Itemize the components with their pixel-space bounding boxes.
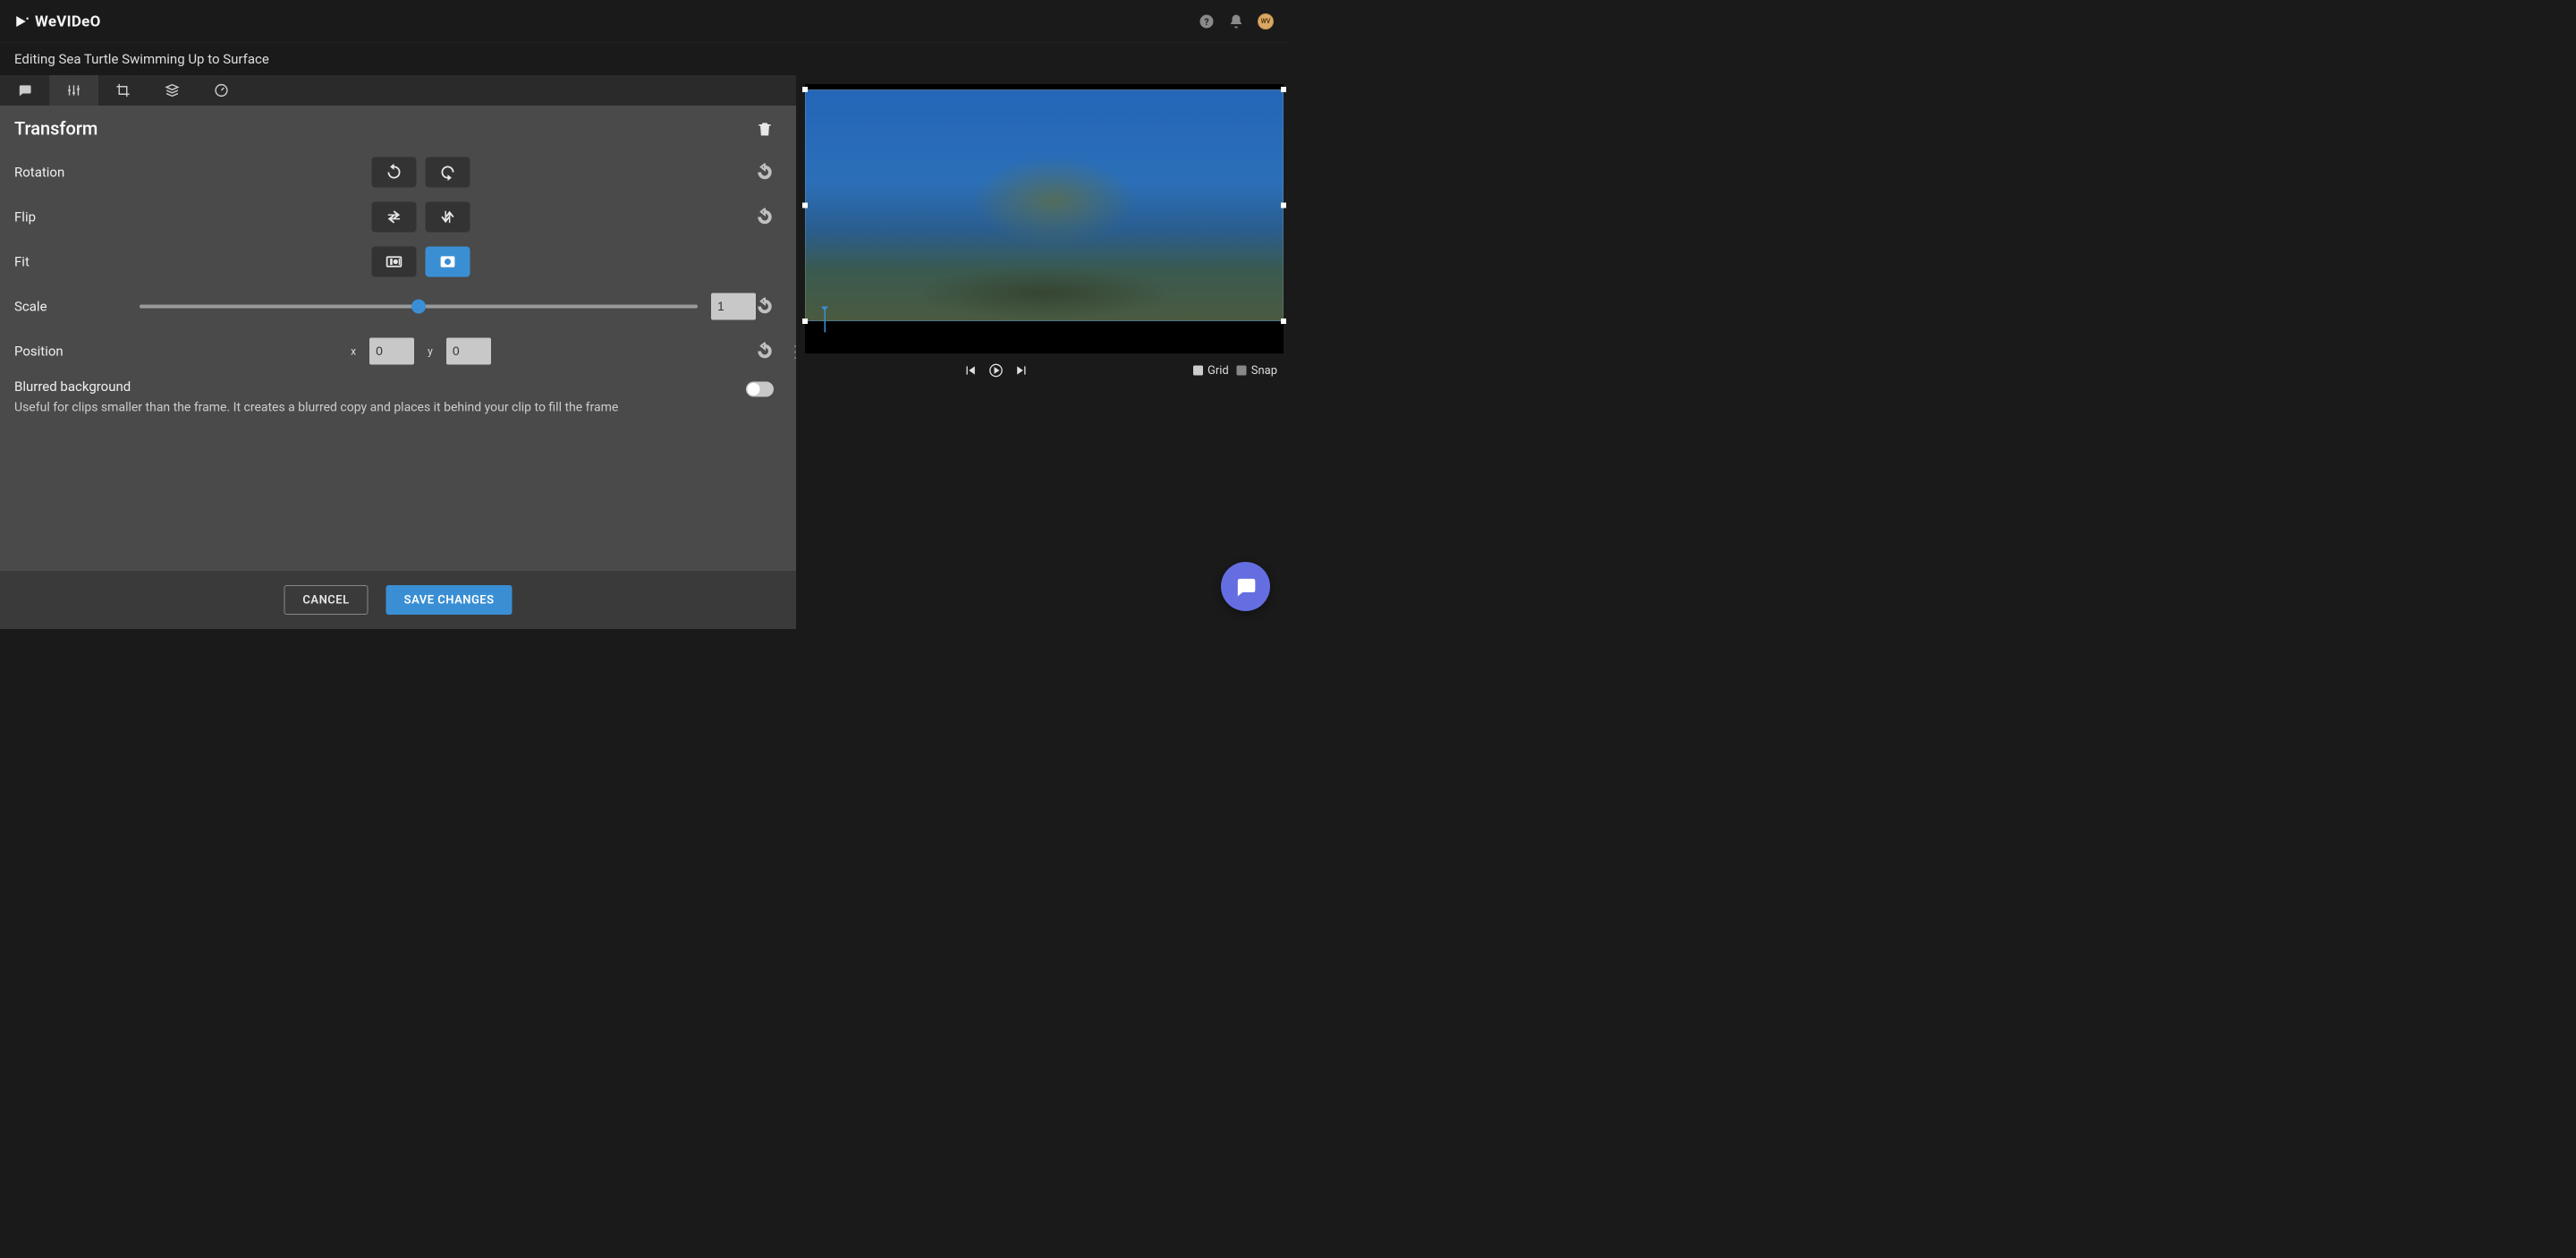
fit-contain-button[interactable] (372, 247, 417, 277)
playhead[interactable] (824, 310, 826, 332)
reset-rotation-button[interactable] (756, 164, 774, 182)
position-y-input[interactable] (446, 338, 491, 365)
handle-bottom-right[interactable] (1281, 319, 1286, 324)
position-x-label: x (351, 345, 356, 358)
bell-icon[interactable] (1228, 13, 1244, 30)
reset-flip-button[interactable] (756, 208, 774, 226)
tab-adjust[interactable] (49, 75, 98, 106)
handle-mid-right[interactable] (1281, 202, 1286, 208)
svg-text:?: ? (1204, 16, 1208, 28)
handle-top-right[interactable] (1281, 87, 1286, 92)
reset-scale-button[interactable] (756, 298, 774, 316)
checkbox-icon (1193, 365, 1203, 375)
reset-position-button[interactable] (756, 343, 774, 361)
flip-horizontal-button[interactable] (372, 202, 417, 233)
preview-area[interactable] (805, 84, 1284, 353)
scale-label: Scale (14, 299, 86, 315)
position-x-input[interactable] (369, 338, 414, 365)
grid-checkbox[interactable]: Grid (1193, 363, 1229, 377)
row-scale: Scale (14, 290, 774, 324)
tab-layers[interactable] (148, 75, 197, 106)
play-icon (988, 363, 1003, 378)
row-flip: Flip (14, 200, 774, 234)
cancel-button[interactable]: CANCEL (284, 585, 368, 615)
flip-vertical-button[interactable] (426, 202, 470, 233)
rotate-cw-button[interactable] (426, 157, 470, 188)
skip-forward-icon (1014, 363, 1029, 378)
flip-horizontal-icon (385, 208, 403, 226)
chat-fab[interactable] (1221, 562, 1270, 611)
speech-bubble-icon (17, 83, 32, 98)
prev-frame-button[interactable] (961, 361, 979, 379)
panel-footer: CANCEL SAVE CHANGES (0, 571, 796, 629)
snap-checkbox[interactable]: Snap (1237, 363, 1277, 377)
row-fit: Fit (14, 245, 774, 279)
flip-label: Flip (14, 209, 86, 225)
logo-icon (14, 13, 30, 30)
blur-desc: Useful for clips smaller than the frame.… (14, 398, 733, 416)
top-bar: WeVIDeO ? WV (0, 0, 1288, 43)
logo-text: WeVIDeO (35, 13, 101, 30)
row-position: Position x y (14, 335, 774, 369)
crop-icon (115, 83, 131, 98)
layers-icon (165, 83, 180, 98)
sliders-icon (66, 83, 81, 98)
position-label: Position (14, 344, 86, 360)
fit-label: Fit (14, 254, 86, 270)
avatar[interactable]: WV (1258, 13, 1274, 30)
fit-contain-icon (385, 252, 403, 271)
tab-comment[interactable] (0, 75, 49, 106)
handle-bottom-left[interactable] (802, 319, 808, 324)
video-frame[interactable] (805, 89, 1284, 321)
sub-bar: Editing Sea Turtle Swimming Up to Surfac… (0, 43, 1288, 75)
rotation-label: Rotation (14, 165, 86, 181)
row-rotation: Rotation (14, 156, 774, 190)
snap-label: Snap (1251, 363, 1277, 377)
position-y-label: y (428, 345, 433, 358)
undo-icon (756, 298, 774, 316)
left-panel: Transform Rotation (0, 75, 796, 629)
blur-title: Blurred background (14, 379, 733, 395)
trash-icon (756, 120, 774, 138)
handle-mid-left[interactable] (802, 202, 808, 208)
fit-fill-icon (438, 252, 457, 271)
blur-toggle[interactable] (746, 382, 774, 397)
undo-icon (756, 343, 774, 361)
panel-title: Transform (14, 118, 756, 140)
play-button[interactable] (987, 361, 1004, 379)
undo-icon (756, 208, 774, 226)
scale-input[interactable] (711, 293, 756, 320)
skip-back-icon (962, 363, 977, 378)
grid-label: Grid (1208, 363, 1229, 377)
rotate-ccw-icon (385, 163, 403, 182)
checkbox-icon (1237, 365, 1247, 375)
scale-slider-thumb[interactable] (411, 300, 426, 314)
right-panel: Grid Snap (796, 75, 1288, 629)
scale-slider[interactable] (140, 305, 698, 309)
rotate-cw-icon (438, 163, 457, 182)
tab-crop[interactable] (98, 75, 148, 106)
transform-panel: Transform Rotation (0, 106, 796, 571)
panel-resize-handle[interactable] (794, 344, 798, 361)
chat-icon (1234, 575, 1258, 599)
gauge-icon (214, 83, 229, 98)
fit-fill-button[interactable] (426, 247, 470, 277)
flip-vertical-icon (438, 208, 457, 226)
delete-button[interactable] (756, 120, 774, 138)
preview-controls: Grid Snap (796, 353, 1288, 387)
undo-icon (756, 164, 774, 182)
handle-top-left[interactable] (802, 87, 808, 92)
rotate-ccw-button[interactable] (372, 157, 417, 188)
tab-strip (0, 75, 796, 106)
toggle-knob (748, 383, 760, 395)
tab-color[interactable] (197, 75, 246, 106)
page-title: Editing Sea Turtle Swimming Up to Surfac… (14, 51, 269, 67)
save-button[interactable]: SAVE CHANGES (386, 585, 513, 615)
next-frame-button[interactable] (1013, 361, 1030, 379)
row-blurred-background: Blurred background Useful for clips smal… (14, 379, 774, 416)
logo[interactable]: WeVIDeO (14, 13, 101, 30)
help-icon[interactable]: ? (1199, 13, 1215, 30)
